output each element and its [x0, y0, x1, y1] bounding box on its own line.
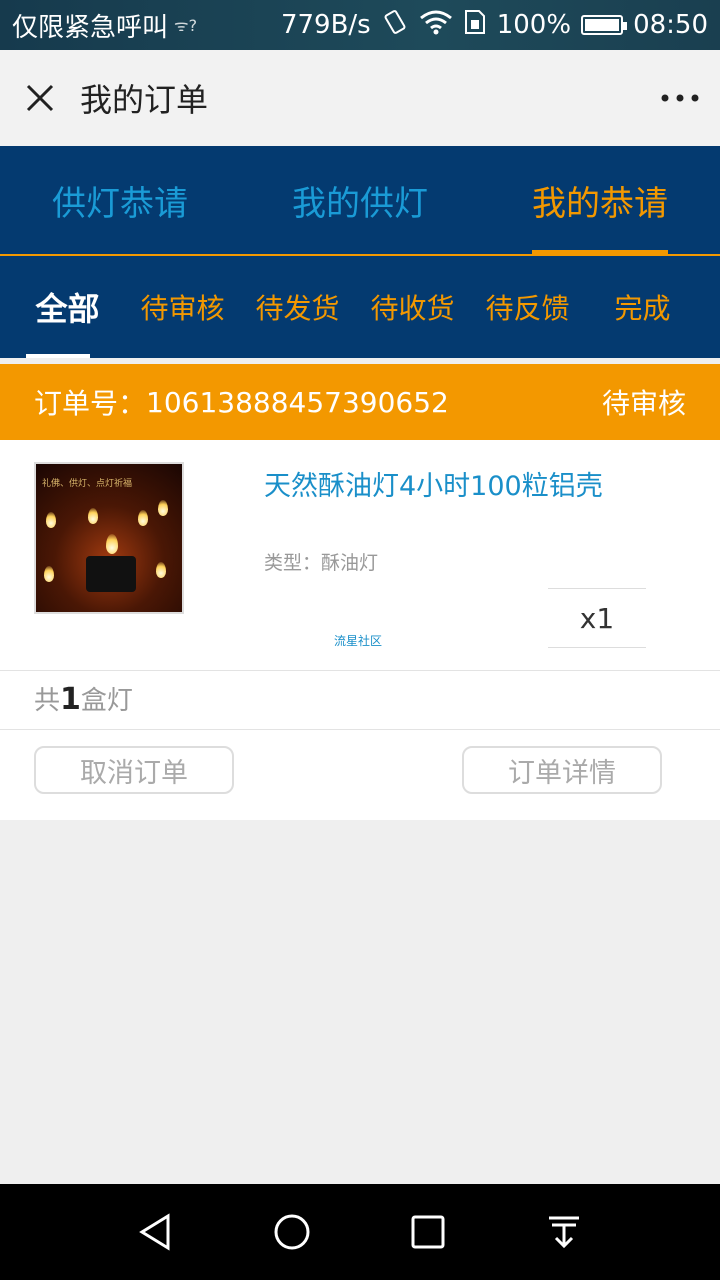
order-number: 10613888457390652	[146, 385, 449, 419]
tab-my-requests[interactable]: 我的恭请	[480, 146, 720, 254]
order-number-label: 订单号：	[34, 387, 147, 420]
candle-flame-icon	[46, 512, 56, 528]
subtab-all[interactable]: 全部	[10, 256, 125, 358]
home-circle-icon	[274, 1214, 310, 1250]
subtab-completed[interactable]: 完成	[585, 256, 700, 358]
order-status: 待审核	[601, 387, 686, 420]
candle-icon	[86, 556, 136, 592]
home-nav-button[interactable]	[269, 1209, 315, 1255]
divider	[0, 670, 720, 671]
candle-flame-icon	[88, 508, 98, 524]
notification-pull-button[interactable]	[541, 1209, 587, 1255]
carrier-label: 仅限紧急呼叫	[12, 12, 169, 43]
thumbnail-caption: 礼佛、供灯、点灯祈福	[42, 479, 133, 489]
candle-flame-icon	[106, 534, 118, 554]
product-type-label: 类型：	[264, 552, 322, 574]
back-nav-button[interactable]	[133, 1209, 179, 1255]
sim-icon	[463, 9, 487, 42]
product-title[interactable]: 天然酥油灯4小时100粒铝壳	[264, 464, 603, 503]
close-button[interactable]	[0, 50, 80, 146]
more-button[interactable]	[640, 50, 720, 146]
order-card: 礼佛、供灯、点灯祈福 天然酥油灯4小时100粒铝壳 类型：酥油灯 流星社区 x1…	[0, 440, 720, 820]
status-bar: 仅限紧急呼叫 ᯤ? 779B/s 100% 08:50	[0, 0, 720, 50]
battery-percent: 100%	[496, 10, 572, 40]
more-icon	[661, 94, 699, 102]
order-detail-button[interactable]: 订单详情	[462, 746, 662, 794]
recents-nav-button[interactable]	[405, 1209, 451, 1255]
summary-prefix: 共	[34, 686, 61, 716]
candle-flame-icon	[158, 500, 168, 516]
candle-flame-icon	[156, 562, 166, 578]
subtab-pending-review[interactable]: 待审核	[125, 256, 240, 358]
watermark: 流星社区	[334, 634, 383, 648]
app-bar: 我的订单	[0, 50, 720, 146]
system-nav-bar	[0, 1184, 720, 1280]
status-tabs: 全部 待审核 待发货 待收货 待反馈 完成	[0, 256, 720, 358]
cancel-order-button[interactable]: 取消订单	[34, 746, 234, 794]
order-summary: 共1盒灯	[34, 680, 133, 717]
quantity: x1	[548, 588, 646, 648]
divider	[0, 729, 720, 730]
wifi-icon	[419, 9, 453, 42]
battery-icon	[581, 15, 628, 35]
clock: 08:50	[633, 10, 708, 40]
network-speed: 779B/s	[280, 10, 371, 40]
summary-suffix: 盒灯	[80, 686, 133, 716]
product-thumbnail[interactable]: 礼佛、供灯、点灯祈福	[34, 462, 184, 614]
product-type-value: 酥油灯	[321, 552, 379, 574]
order-header: 订单号： 10613888457390652 待审核	[0, 364, 720, 440]
candle-flame-icon	[44, 566, 54, 582]
pull-down-icon	[549, 1216, 579, 1249]
wifi-question-icon: ᯤ?	[174, 16, 198, 35]
main-tabs: 供灯恭请 我的供灯 我的恭请	[0, 146, 720, 256]
subtab-pending-feedback[interactable]: 待反馈	[470, 256, 585, 358]
vibrate-icon	[381, 8, 409, 43]
summary-count: 1	[60, 682, 81, 717]
close-icon	[26, 84, 54, 112]
page-title: 我的订单	[80, 81, 209, 119]
product-type: 类型：酥油灯	[264, 548, 378, 575]
tab-lamp-request[interactable]: 供灯恭请	[0, 146, 240, 254]
recents-square-icon	[411, 1215, 445, 1249]
candle-flame-icon	[138, 510, 148, 526]
subtab-pending-shipment[interactable]: 待发货	[240, 256, 355, 358]
tab-my-lamps[interactable]: 我的供灯	[240, 146, 480, 254]
subtab-pending-receipt[interactable]: 待收货	[355, 256, 470, 358]
back-triangle-icon	[139, 1213, 170, 1251]
